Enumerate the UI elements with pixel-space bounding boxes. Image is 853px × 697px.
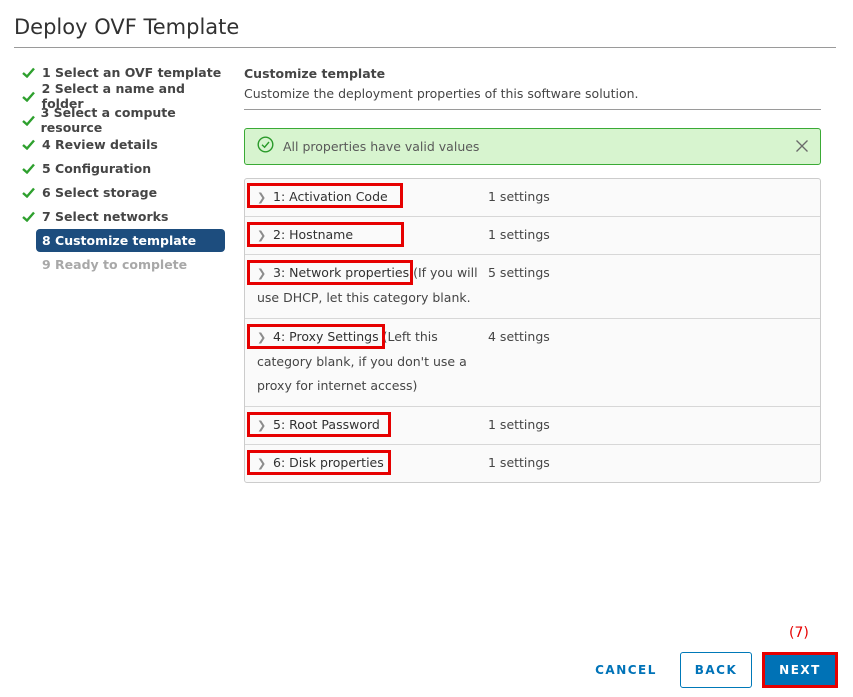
chevron-right-icon[interactable]: ❯: [257, 452, 273, 476]
properties-grid: ❯ 1: Activation Code 1 settings ❯ 2: Hostn…: [244, 178, 821, 483]
category-name[interactable]: 3: Network properties: [273, 265, 409, 280]
close-icon[interactable]: [794, 138, 810, 154]
chevron-right-icon[interactable]: ❯: [257, 262, 273, 286]
step-label: 7 Select networks: [42, 208, 169, 224]
chevron-right-icon[interactable]: ❯: [257, 414, 273, 438]
check-icon: [18, 67, 42, 78]
next-button[interactable]: NEXT: [762, 652, 838, 688]
wizard-steps: 1 Select an OVF template 2 Select a name…: [18, 60, 228, 276]
alert-message: All properties have valid values: [283, 139, 480, 154]
step-annotation: (7): [789, 625, 809, 641]
step-label: 5 Configuration: [42, 160, 152, 176]
step-4[interactable]: 4 Review details: [18, 132, 228, 156]
step-label: 8 Customize template: [42, 233, 197, 248]
settings-count: 1 settings: [488, 189, 550, 204]
step-label: 3 Select a compute resource: [40, 105, 176, 135]
step-5[interactable]: 5 Configuration: [18, 156, 228, 180]
category-name[interactable]: 1: Activation Code: [273, 189, 388, 204]
check-icon: [18, 91, 42, 102]
settings-count: 1 settings: [488, 417, 550, 432]
category-cell[interactable]: ❯ 1: Activation Code: [245, 179, 488, 216]
check-icon: [18, 163, 42, 174]
check-icon: [18, 187, 42, 198]
category-name[interactable]: 2: Hostname: [273, 227, 353, 242]
step-label: 1 Select an OVF template: [42, 64, 222, 80]
category-row[interactable]: ❯ 1: Activation Code 1 settings: [245, 179, 820, 216]
settings-count: 4 settings: [488, 329, 550, 344]
back-button[interactable]: BACK: [680, 652, 752, 688]
settings-count: 1 settings: [488, 455, 550, 470]
page-title: Deploy OVF Template: [14, 15, 240, 39]
step-6[interactable]: 6 Select storage: [18, 180, 228, 204]
category-row[interactable]: ❯ 3: Network properties (If you will use …: [245, 254, 820, 318]
section-heading: Customize template: [244, 66, 386, 81]
step-7[interactable]: 7 Select networks: [18, 204, 228, 228]
step-9: 9 Ready to complete: [18, 252, 228, 276]
category-cell[interactable]: ❯ 3: Network properties (If you will use …: [245, 255, 488, 318]
step-8-active[interactable]: 8 Customize template: [36, 229, 225, 252]
category-cell[interactable]: ❯ 4: Proxy Settings (Left this category b…: [245, 319, 488, 406]
chevron-right-icon[interactable]: ❯: [257, 224, 273, 248]
category-name[interactable]: 6: Disk properties: [273, 455, 384, 470]
section-description: Customize the deployment properties of t…: [244, 86, 639, 101]
success-alert: All properties have valid values: [244, 128, 821, 165]
section-divider: [244, 109, 821, 110]
category-cell[interactable]: ❯ 2: Hostname: [245, 217, 488, 254]
settings-count: 5 settings: [488, 265, 550, 280]
check-icon: [18, 211, 42, 222]
chevron-right-icon[interactable]: ❯: [257, 326, 273, 350]
main-panel: Customize template Customize the deploym…: [244, 64, 821, 483]
check-icon: [18, 139, 42, 150]
category-name[interactable]: 5: Root Password: [273, 417, 380, 432]
category-row[interactable]: ❯ 5: Root Password 1 settings: [245, 406, 820, 444]
step-label: 9 Ready to complete: [42, 256, 188, 272]
step-3[interactable]: 3 Select a compute resource: [18, 105, 228, 135]
check-circle-icon: [257, 136, 274, 157]
category-row[interactable]: ❯ 2: Hostname 1 settings: [245, 216, 820, 254]
category-name[interactable]: 4: Proxy Settings: [273, 329, 379, 344]
step-label: 6 Select storage: [42, 184, 158, 200]
cancel-button[interactable]: CANCEL: [584, 652, 668, 688]
chevron-right-icon[interactable]: ❯: [257, 186, 273, 210]
settings-count: 1 settings: [488, 227, 550, 242]
category-cell[interactable]: ❯ 5: Root Password: [245, 407, 488, 444]
check-icon: [18, 115, 41, 126]
step-label: 4 Review details: [42, 136, 158, 152]
category-row[interactable]: ❯ 6: Disk properties 1 settings: [245, 444, 820, 482]
category-cell[interactable]: ❯ 6: Disk properties: [245, 445, 488, 482]
title-divider: [14, 47, 836, 48]
category-row[interactable]: ❯ 4: Proxy Settings (Left this category b…: [245, 318, 820, 406]
